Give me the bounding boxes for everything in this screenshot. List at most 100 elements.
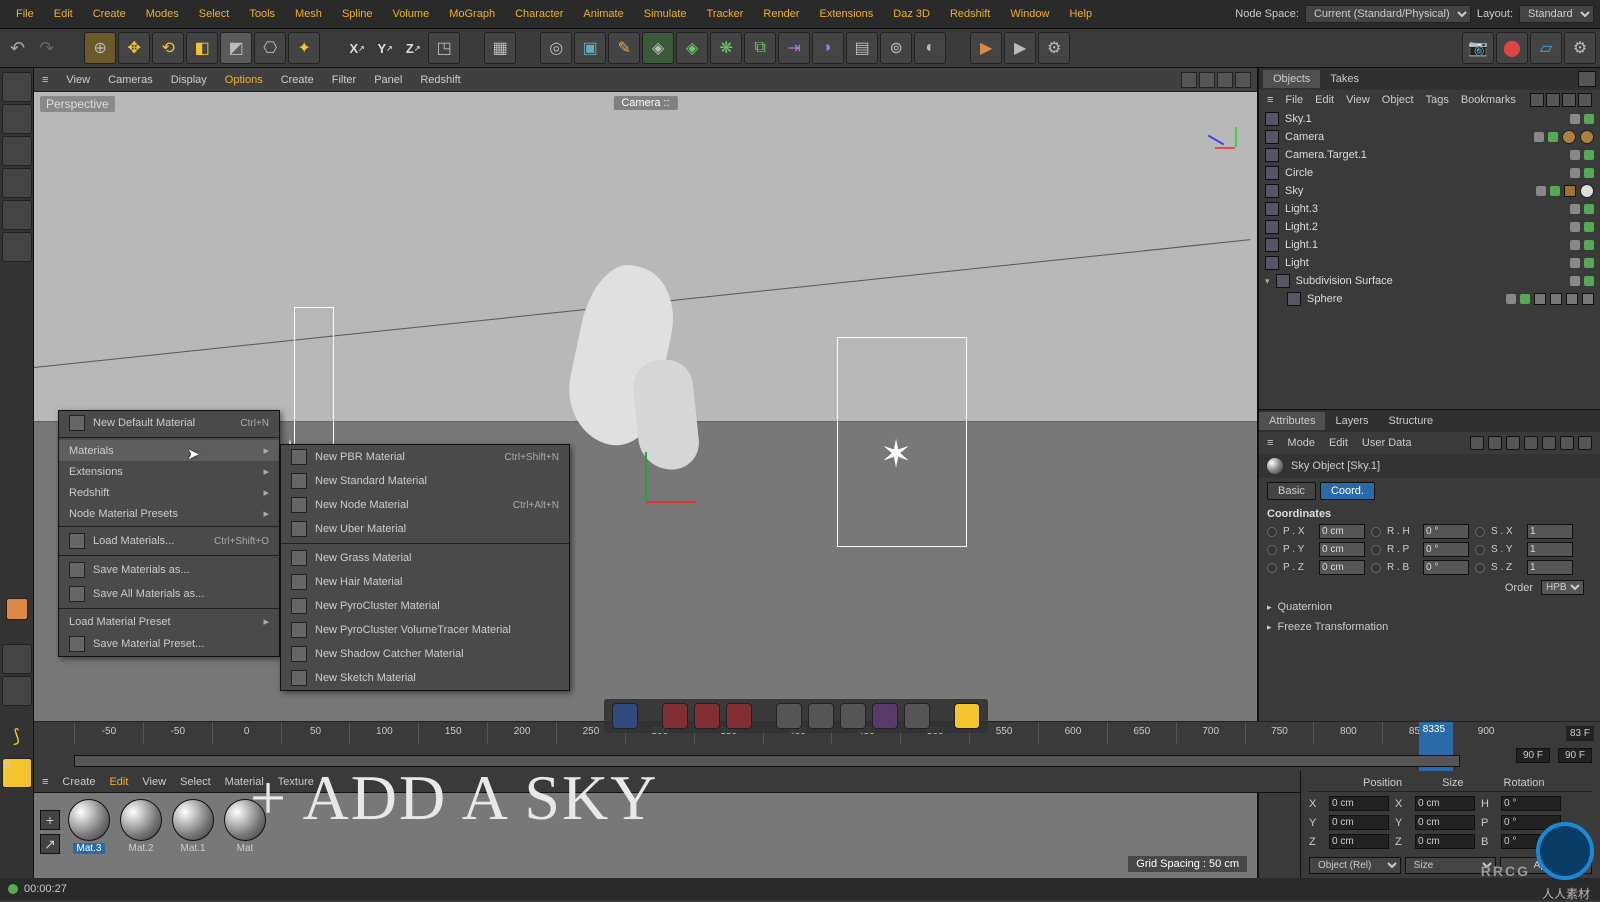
timeline-scroll[interactable] xyxy=(74,755,1460,767)
add-material-button[interactable]: + xyxy=(40,810,60,830)
tree-node[interactable]: Sky xyxy=(1259,182,1600,200)
axis-y-toggle[interactable]: Y↗ xyxy=(372,35,398,61)
material-thumb[interactable]: Mat.1 xyxy=(170,799,216,854)
takes-icon[interactable] xyxy=(954,703,980,729)
vp-icon-4[interactable] xyxy=(1235,72,1251,88)
viewmenu-filter[interactable]: Filter xyxy=(332,74,356,86)
attr-edit[interactable]: Edit xyxy=(1329,437,1348,449)
menu-tracker[interactable]: Tracker xyxy=(697,5,754,23)
tab-structure[interactable]: Structure xyxy=(1379,412,1444,430)
menu-item[interactable]: Save Material Preset... xyxy=(59,632,279,656)
hamburger-icon[interactable]: ≡ xyxy=(1267,94,1273,106)
menu-item[interactable]: Materials▸ xyxy=(59,440,279,461)
tool-coord[interactable]: ◳ xyxy=(428,32,460,64)
attr-up-icon[interactable] xyxy=(1488,436,1502,450)
tab-layers[interactable]: Layers xyxy=(1325,412,1378,430)
viewmenu-view[interactable]: View xyxy=(66,74,90,86)
objmenu-tags[interactable]: Tags xyxy=(1426,94,1449,106)
tool-lasttool[interactable]: ◩ xyxy=(220,32,252,64)
objtab-icon-1[interactable] xyxy=(1578,71,1596,87)
objmenu-icon-1[interactable] xyxy=(1530,93,1544,107)
tab-attributes[interactable]: Attributes xyxy=(1259,412,1325,430)
tool-subd[interactable]: ◈ xyxy=(642,32,674,64)
attr-mode[interactable]: Mode xyxy=(1287,437,1315,449)
tool-instance[interactable]: ⧉ xyxy=(744,32,776,64)
hamburger-icon[interactable]: ≡ xyxy=(42,776,48,788)
objmenu-icon-2[interactable] xyxy=(1546,93,1560,107)
orientation-gizmo[interactable] xyxy=(1205,117,1245,157)
tree-node[interactable]: Camera.Target.1 xyxy=(1259,146,1600,164)
viewmenu-panel[interactable]: Panel xyxy=(374,74,402,86)
menu-create[interactable]: Create xyxy=(83,5,136,23)
coord-input[interactable] xyxy=(1319,524,1365,539)
transform-mode-select[interactable]: Object (Rel) xyxy=(1309,857,1401,874)
menu-item[interactable]: New PyroCluster Material xyxy=(281,594,569,618)
material-thumb[interactable]: Mat.2 xyxy=(118,799,164,854)
tool-cursor[interactable]: ✦ xyxy=(288,32,320,64)
menu-item[interactable]: Node Material Presets▸ xyxy=(59,503,279,524)
menu-item[interactable]: Extensions▸ xyxy=(59,461,279,482)
autokey-icon[interactable] xyxy=(694,703,720,729)
tool-null[interactable]: ◎ xyxy=(540,32,572,64)
dots-icon[interactable] xyxy=(904,703,930,729)
menu-mesh[interactable]: Mesh xyxy=(285,5,332,23)
attr-coord-button[interactable]: Coord. xyxy=(1320,482,1375,500)
menu-character[interactable]: Character xyxy=(505,5,573,23)
menu-item[interactable]: Load Materials...Ctrl+Shift+O xyxy=(59,529,279,553)
menu-mograph[interactable]: MoGraph xyxy=(439,5,505,23)
play-start-icon[interactable] xyxy=(612,703,638,729)
key-icon[interactable] xyxy=(726,703,752,729)
menu-item[interactable]: New Hair Material xyxy=(281,570,569,594)
tree-node[interactable]: Light xyxy=(1259,254,1600,272)
attr-lock-icon[interactable] xyxy=(1524,436,1538,450)
tool-render1[interactable]: ▶ xyxy=(970,32,1002,64)
matmenu-create[interactable]: Create xyxy=(62,776,95,788)
fold-quaternion[interactable]: ▸Quaternion xyxy=(1259,597,1600,617)
menu-volume[interactable]: Volume xyxy=(383,5,440,23)
menu-render[interactable]: Render xyxy=(753,5,809,23)
menu-item[interactable]: Redshift▸ xyxy=(59,482,279,503)
tool-camera[interactable]: ⊚ xyxy=(880,32,912,64)
tree-node[interactable]: Sphere xyxy=(1259,290,1600,308)
undo-icon[interactable]: ↶ xyxy=(4,38,31,59)
size-input[interactable] xyxy=(1415,815,1475,830)
axis-z-toggle[interactable]: Z↗ xyxy=(400,35,426,61)
object-tree[interactable]: (function(){ var D=JSON.parse(document.g… xyxy=(1259,110,1600,410)
menu-extensions[interactable]: Extensions xyxy=(809,5,883,23)
coord-input[interactable] xyxy=(1527,560,1573,575)
pos-input[interactable] xyxy=(1329,796,1389,811)
attr-icon-5[interactable] xyxy=(1542,436,1556,450)
menu-select[interactable]: Select xyxy=(189,5,240,23)
menu-file[interactable]: File xyxy=(6,5,44,23)
tool-light[interactable]: ◐ xyxy=(914,32,946,64)
menu-tools[interactable]: Tools xyxy=(239,5,285,23)
attr-prev-icon[interactable] xyxy=(1470,436,1484,450)
menu-redshift[interactable]: Redshift xyxy=(940,5,1000,23)
lt-3[interactable] xyxy=(2,136,32,166)
menu-item[interactable]: New Grass Material xyxy=(281,546,569,570)
coord-input[interactable] xyxy=(1319,542,1365,557)
vp-icon-3[interactable] xyxy=(1217,72,1233,88)
objmenu-icon-3[interactable] xyxy=(1562,93,1576,107)
matmenu-view[interactable]: View xyxy=(142,776,166,788)
tool-scale[interactable]: ◧ xyxy=(186,32,218,64)
objmenu-view[interactable]: View xyxy=(1346,94,1370,106)
frame-input-2[interactable]: 90 F xyxy=(1558,748,1592,763)
tool-floor[interactable]: ▤ xyxy=(846,32,878,64)
obj-tool-rec[interactable]: ⬤ xyxy=(1496,32,1528,64)
tree-node[interactable]: ▾Subdivision Surface xyxy=(1259,272,1600,290)
menu-item[interactable]: New Uber Material xyxy=(281,517,569,541)
menu-window[interactable]: Window xyxy=(1000,5,1059,23)
material-thumb[interactable]: Mat.3 xyxy=(66,799,112,854)
coord-input[interactable] xyxy=(1423,524,1469,539)
menu-item[interactable]: New Standard Material xyxy=(281,469,569,493)
tool-translate[interactable]: ✥ xyxy=(118,32,150,64)
menu-item[interactable]: Load Material Preset▸ xyxy=(59,611,279,632)
coord-input[interactable] xyxy=(1527,542,1573,557)
menu-modes[interactable]: Modes xyxy=(136,5,189,23)
lt-1[interactable] xyxy=(2,72,32,102)
matmenu-material[interactable]: Material xyxy=(225,776,264,788)
tool-align[interactable]: ⇥ xyxy=(778,32,810,64)
coord-input[interactable] xyxy=(1423,542,1469,557)
rot-input[interactable] xyxy=(1501,796,1561,811)
